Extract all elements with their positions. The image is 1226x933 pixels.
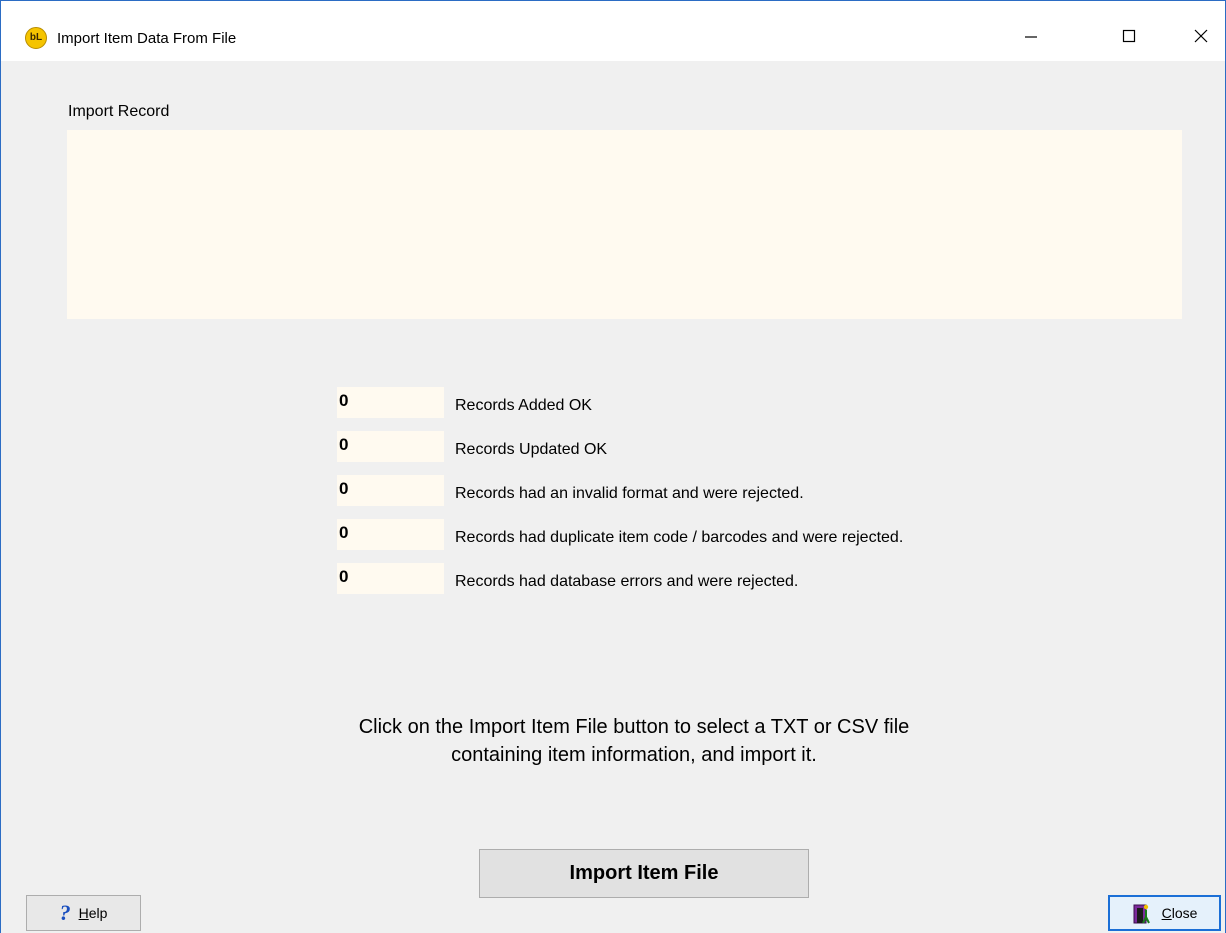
records-db-error-label: Records had database errors and were rej… xyxy=(455,573,799,590)
records-added-value: 0 xyxy=(337,387,444,418)
maximize-icon xyxy=(1122,29,1136,43)
instructions-line-2: containing item information, and import … xyxy=(451,744,817,766)
records-duplicate-label: Records had duplicate item code / barcod… xyxy=(455,529,904,546)
records-updated-label: Records Updated OK xyxy=(455,441,608,458)
records-added-label: Records Added OK xyxy=(455,397,592,414)
exit-door-icon xyxy=(1133,904,1150,924)
records-invalid-value: 0 xyxy=(337,475,444,506)
close-button[interactable]: Close xyxy=(1108,895,1221,931)
records-duplicate-value: 0 xyxy=(337,519,444,550)
minimize-button[interactable] xyxy=(1001,13,1061,59)
close-button-label: Close xyxy=(1161,905,1198,921)
import-item-file-button[interactable]: Import Item File xyxy=(479,849,809,898)
instructions-text: Click on the Import Item File button to … xyxy=(201,713,1067,769)
question-mark-icon: ? xyxy=(59,900,71,925)
instructions-line-1: Click on the Import Item File button to … xyxy=(358,716,910,738)
minimize-icon xyxy=(1025,36,1037,38)
bl-app-icon: bL xyxy=(25,27,47,49)
help-button[interactable]: ? Help xyxy=(26,895,141,931)
close-x-icon xyxy=(1194,29,1208,43)
import-record-box[interactable] xyxy=(67,130,1182,319)
help-button-label: Help xyxy=(78,905,108,921)
window-title: Import Item Data From File xyxy=(57,30,237,47)
records-db-error-value: 0 xyxy=(337,563,444,594)
window-close-button[interactable] xyxy=(1171,13,1226,59)
records-invalid-label: Records had an invalid format and were r… xyxy=(455,485,804,502)
import-item-window: bL Import Item Data From File Import Rec… xyxy=(0,0,1226,933)
records-updated-value: 0 xyxy=(337,431,444,462)
import-record-label: Import Record xyxy=(68,103,170,120)
maximize-button[interactable] xyxy=(1099,13,1159,59)
title-bar[interactable]: bL Import Item Data From File xyxy=(1,1,1225,61)
